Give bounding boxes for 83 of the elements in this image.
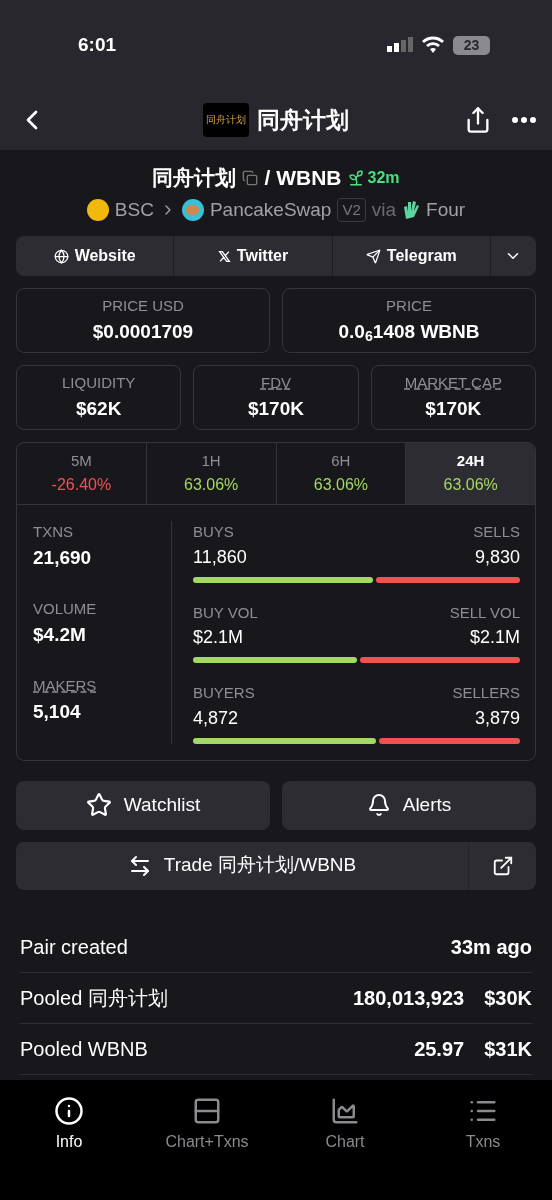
- sell-value: 3,879: [474, 706, 520, 730]
- pair-age: 32m: [367, 167, 400, 188]
- nav-tab[interactable]: Txns: [414, 1096, 552, 1154]
- link-button[interactable]: Telegram: [332, 236, 491, 276]
- sell-label: SELLERS: [452, 683, 520, 703]
- buy-label: BUYERS: [193, 683, 255, 703]
- area-chart-icon: [330, 1096, 360, 1126]
- stat-label: VOLUME: [33, 599, 97, 619]
- stat-label: MARKET CAP: [404, 373, 502, 393]
- timeframe-tab[interactable]: 5M -26.40%: [17, 443, 147, 504]
- bell-icon: [366, 793, 391, 817]
- stat-value: $4.2M: [33, 622, 87, 647]
- buy-value: $2.1M: [193, 626, 244, 649]
- launchpad-name: Four: [426, 197, 466, 222]
- info-icon: [54, 1096, 84, 1126]
- copy-button[interactable]: [242, 169, 259, 186]
- buy-label: BUYS: [193, 522, 234, 542]
- hand-icon: [402, 198, 421, 221]
- stat-value: 0.0$_{6}$1408 WBNB: [338, 319, 480, 346]
- buy-value: 11,860: [193, 545, 247, 569]
- action-button[interactable]: Alerts: [282, 780, 536, 830]
- via-text: via: [371, 197, 397, 222]
- pancake-logo-icon: [181, 198, 204, 221]
- paper-plane-icon: [365, 248, 381, 264]
- buy-value: 4,872: [193, 706, 239, 730]
- link-button[interactable]: Twitter: [174, 236, 333, 276]
- dex-name: PancakeSwap: [209, 197, 332, 222]
- timeframe-tab[interactable]: 24H 63.06%: [406, 443, 535, 504]
- info-label: Pooled 同舟计划: [20, 985, 168, 1011]
- stat-label: TXNS: [33, 522, 73, 542]
- stat-label: MAKERS: [33, 676, 97, 696]
- x-icon: [217, 249, 231, 263]
- stat-value: $170K: [248, 396, 304, 421]
- buy-label: BUY VOL: [193, 602, 258, 623]
- bsc-logo-icon: [86, 198, 109, 221]
- info-value: $30K: [484, 985, 532, 1011]
- change-value: 63.06%: [184, 474, 239, 495]
- change-value: 63.06%: [443, 474, 498, 495]
- version-tag: V2: [337, 197, 366, 222]
- chain-name: BSC: [114, 197, 154, 222]
- stat-value: $0.0001709: [92, 319, 194, 344]
- info-label: Pooled WBNB: [20, 1036, 148, 1062]
- pair-quote: / WBNB: [264, 165, 342, 191]
- info-value: $31K: [484, 1036, 532, 1062]
- info-value: 180,013,923: [352, 985, 465, 1011]
- action-button[interactable]: Watchlist: [16, 780, 270, 830]
- sprout-icon: [347, 168, 366, 187]
- battery-icon: 23: [453, 35, 490, 55]
- pair-base: 同舟计划: [152, 165, 237, 191]
- nav-tab[interactable]: Info: [0, 1096, 138, 1154]
- copy-icon: [242, 169, 259, 186]
- change-value: -26.40%: [51, 474, 112, 495]
- sell-value: $2.1M: [469, 626, 520, 649]
- split-view-icon: [192, 1096, 222, 1126]
- nav-tab[interactable]: Chart+Txns: [138, 1096, 276, 1154]
- stat-label: PRICE USD: [102, 296, 184, 316]
- link-button[interactable]: Website: [16, 236, 175, 276]
- info-value: 33m ago: [450, 934, 532, 960]
- more-icon: [512, 117, 536, 123]
- header-title: 同舟计划: [257, 105, 349, 135]
- info-label: Pair created: [20, 934, 128, 960]
- stat-value: 5,104: [33, 699, 82, 724]
- token-logo: 同舟计划: [203, 103, 249, 137]
- signal-icon: [387, 36, 413, 54]
- stat-label: PRICE: [386, 296, 432, 316]
- change-value: 63.06%: [313, 474, 368, 495]
- external-link-icon: [491, 854, 514, 877]
- stat-value: 21,690: [33, 545, 93, 570]
- stat-label: LIQUIDITY: [62, 373, 136, 393]
- stat-value: $170K: [425, 396, 482, 421]
- sell-label: SELL VOL: [449, 602, 520, 623]
- info-value: 25.97: [414, 1036, 465, 1062]
- stat-label: FDV: [261, 373, 291, 393]
- nav-tab[interactable]: Chart: [276, 1096, 414, 1154]
- globe-icon: [53, 248, 69, 264]
- sell-value: 9,830: [474, 545, 520, 569]
- star-icon: [85, 792, 112, 818]
- stat-value: $62K: [75, 396, 122, 421]
- more-button[interactable]: [512, 117, 536, 123]
- sell-label: SELLS: [473, 522, 520, 542]
- timeframe-tab[interactable]: 1H 63.06%: [146, 443, 277, 504]
- wifi-icon: [421, 36, 445, 54]
- status-time: 6:01: [78, 32, 117, 57]
